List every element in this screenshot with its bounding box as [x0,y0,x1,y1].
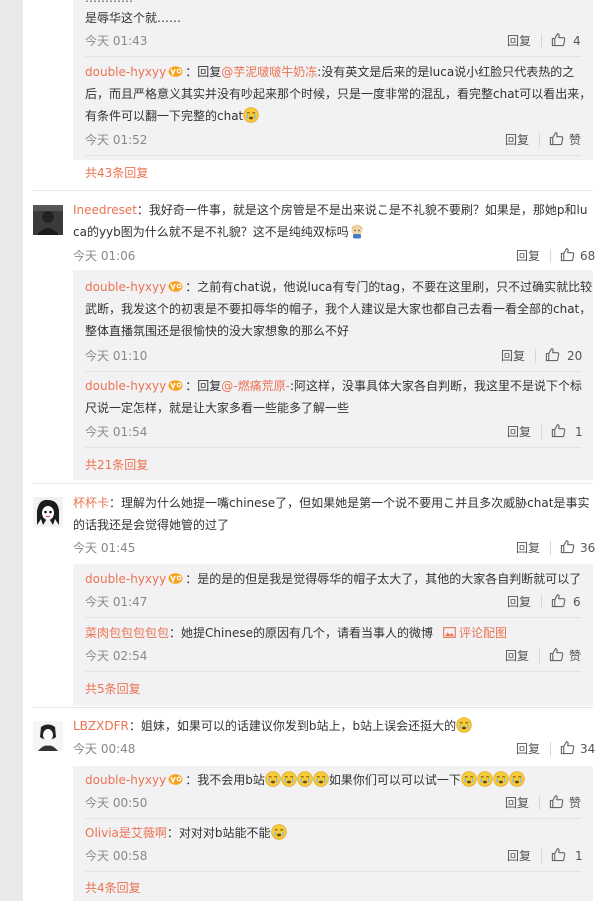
vip-badge-icon [168,379,183,391]
like-count: 赞 [569,796,582,810]
reply-username[interactable]: Olivia是艾薇啊 [85,826,167,840]
comment-username[interactable]: LBZXDFR [73,719,129,733]
reply-button[interactable]: 回复 [501,348,525,364]
like-icon[interactable] [545,347,560,362]
picture-icon [443,627,456,638]
comment-time: 今天 01:10 [85,349,148,363]
more-replies-link[interactable]: 共43条回复 [85,165,148,181]
comment-text: LBZXDFR：姐妹，如果可以的话建议你发到b站上，b站上误会还挺大的 [73,715,593,737]
reply-button[interactable]: 回复 [516,248,540,264]
vip-badge-icon [168,572,183,584]
vip-badge-icon [168,280,183,292]
comment-text: Ineedreset：我好奇一件事，就是这个房管是不是出来说こ是不礼貌不要刷？如… [73,203,588,239]
comment-time: 今天 01:43 [85,34,148,48]
vip-badge-icon [168,773,183,785]
crying-emoji-icon [493,771,509,787]
comment-time: 今天 01:47 [85,595,148,609]
like-icon[interactable] [549,647,564,662]
reply-button[interactable]: 回复 [516,540,540,556]
like-count: 20 [567,349,583,363]
comment-time: 今天 00:48 [73,742,136,756]
reply-text: double-hyxyy ：我不会用b站 如果你们可以可以试一下 [85,769,593,791]
comment-time: 今天 00:58 [85,849,148,863]
like-count: 1 [575,425,583,439]
reply-button[interactable]: 回复 [505,132,529,148]
crying-emoji-icon [265,771,281,787]
reply-text: double-hyxyy ：回复@-燃痛荒原-:阿这样，没事具体大家各自判断，我这… [85,379,582,415]
reply-text: 菜肉包包包包包：她提Chinese的原因有几个，请看当事人的微博 评论配图 [85,626,507,640]
reply-username[interactable]: double-hyxyy [85,280,166,294]
reply-button[interactable]: 回复 [507,33,531,49]
reply-text: double-hyxyy ：回复@芋泥啵啵牛奶冻:没有英文是后来的是luca说小红… [85,65,592,123]
comment-time: 今天 01:54 [85,425,148,439]
reply-text: Olivia是艾薇啊：对对对b站能不能 [85,822,593,844]
avatar[interactable] [33,497,63,527]
like-icon[interactable] [560,539,575,554]
mention-link[interactable]: @-燃痛荒原- [221,379,290,393]
like-icon[interactable] [560,740,575,755]
crying-emoji-icon [509,771,525,787]
like-count: 4 [573,34,581,48]
reply-button[interactable]: 回复 [516,741,540,757]
more-replies-link[interactable]: 共5条回复 [85,681,141,697]
like-count: 6 [573,595,581,609]
reply-username[interactable]: double-hyxyy [85,773,166,787]
like-icon[interactable] [560,247,575,262]
vip-badge-icon [168,65,183,77]
reply-username[interactable]: 菜肉包包包包包 [85,626,169,640]
crying-emoji-icon [281,771,297,787]
reply-username[interactable]: double-hyxyy [85,379,166,393]
reply-button[interactable]: 回复 [507,848,531,864]
crying-emoji-icon [461,771,477,787]
reply-button[interactable]: 回复 [507,594,531,610]
shy-emoji-icon [349,223,365,239]
more-replies-link[interactable]: 共4条回复 [85,880,141,896]
comment-time: 今天 00:50 [85,796,148,810]
like-count: 34 [580,742,596,756]
mention-link[interactable]: @芋泥啵啵牛奶冻 [221,65,317,79]
comment-username[interactable]: Ineedreset [73,203,137,217]
reply-button[interactable]: 回复 [507,424,531,440]
like-icon[interactable] [551,423,566,438]
reply-button[interactable]: 回复 [505,648,529,664]
comment-text: 杯杯卡：理解为什么她提一嘴chinese了，但如果她是第一个说不要用こ并且多次威… [73,496,590,532]
comment-time: 今天 02:54 [85,649,148,663]
like-count: 赞 [569,649,582,663]
avatar[interactable] [33,721,63,751]
avatar[interactable] [33,205,63,235]
like-count: 68 [580,249,596,263]
reply-button[interactable]: 回复 [505,795,529,811]
reply-username[interactable]: double-hyxyy [85,65,166,79]
crying-emoji-icon [243,107,259,123]
comment-time: 今天 01:52 [85,133,148,147]
like-count: 赞 [569,133,582,147]
crying-emoji-icon [477,771,493,787]
comment-time: 今天 01:06 [73,249,136,263]
crying-emoji-icon [456,717,472,733]
reply-username[interactable]: double-hyxyy [85,572,166,586]
more-replies-link[interactable]: 共21条回复 [85,457,148,473]
comment-username[interactable]: 杯杯卡 [73,496,109,510]
like-icon[interactable] [551,847,566,862]
comment-picture-link[interactable]: 评论配图 [443,626,507,640]
comment-time: 今天 01:45 [73,541,136,555]
reply-text: double-hyxyy ：之前有chat说，他说luca有专门的tag，不要在这… [85,280,593,338]
crying-emoji-icon [313,771,329,787]
like-icon[interactable] [549,131,564,146]
like-icon[interactable] [551,32,566,47]
reply-text: double-hyxyy ：是的是的但是我是觉得辱华的帽子太大了，其他的大家各自判… [85,572,582,586]
like-icon[interactable] [549,794,564,809]
like-count: 1 [575,849,583,863]
crying-emoji-icon [297,771,313,787]
crying-emoji-icon [271,824,287,840]
reply-text: 是辱华这个就…… [85,11,182,25]
like-icon[interactable] [551,593,566,608]
like-count: 36 [580,541,596,555]
